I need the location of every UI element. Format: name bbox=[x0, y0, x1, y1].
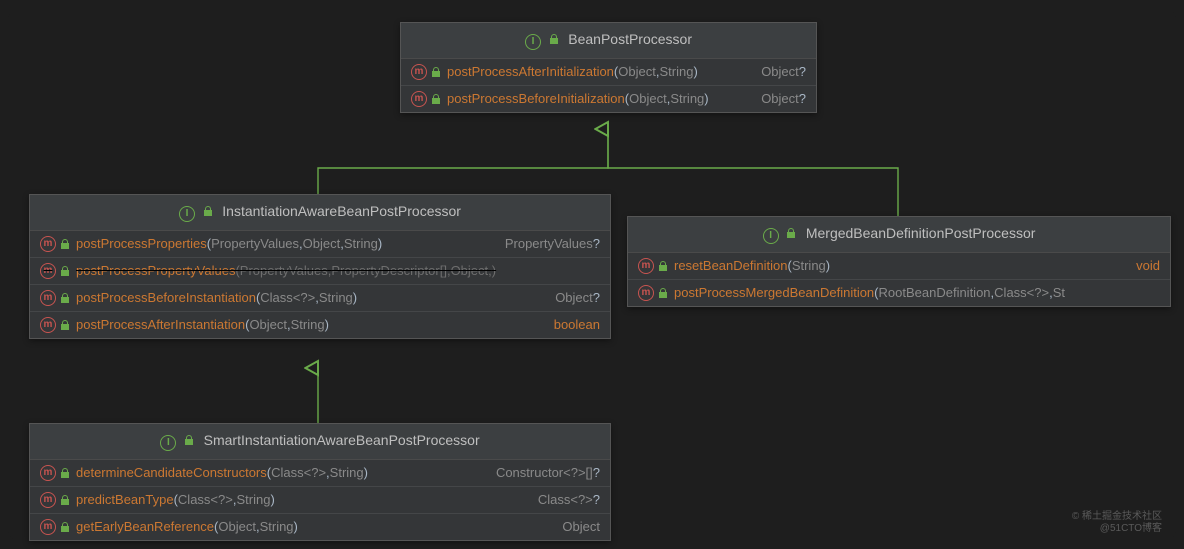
return-type: boolean bbox=[554, 317, 600, 332]
method-row[interactable]: mpostProcessProperties(PropertyValues, O… bbox=[30, 231, 610, 258]
lock-icon bbox=[60, 320, 70, 330]
method-row[interactable]: mdetermineCandidateConstructors(Class<?>… bbox=[30, 460, 610, 487]
lock-icon bbox=[60, 468, 70, 478]
class-header: I MergedBeanDefinitionPostProcessor bbox=[628, 217, 1170, 253]
class-box-bpp[interactable]: I BeanPostProcessor m postProcessAfterIni… bbox=[400, 22, 817, 113]
lock-icon bbox=[60, 293, 70, 303]
class-box-siabpp[interactable]: I SmartInstantiationAwareBeanPostProcess… bbox=[29, 423, 611, 541]
class-box-iabpp[interactable]: I InstantiationAwareBeanPostProcessor m p… bbox=[29, 194, 611, 339]
return-type: Object bbox=[562, 519, 600, 534]
interface-icon: I bbox=[525, 34, 541, 50]
method-row[interactable]: mpostProcessPropertyValues(PropertyValue… bbox=[30, 258, 610, 285]
lock-icon bbox=[431, 67, 441, 77]
return-type: Object? bbox=[761, 91, 806, 106]
method-row[interactable]: mgetEarlyBeanReference(Object, String)Ob… bbox=[30, 514, 610, 540]
method-name: postProcessProperties bbox=[76, 236, 207, 251]
method-row[interactable]: mpostProcessAfterInitialization(Object, … bbox=[401, 59, 816, 86]
lock-icon bbox=[60, 522, 70, 532]
class-header: I BeanPostProcessor bbox=[401, 23, 816, 59]
method-icon: m bbox=[40, 492, 56, 508]
method-list: mpostProcessProperties(PropertyValues, O… bbox=[30, 231, 610, 338]
method-row[interactable]: mresetBeanDefinition(String)void bbox=[628, 253, 1170, 280]
method-icon: m bbox=[40, 519, 56, 535]
class-header: I InstantiationAwareBeanPostProcessor bbox=[30, 195, 610, 231]
lock-icon bbox=[184, 435, 194, 445]
lock-icon bbox=[60, 266, 70, 276]
method-row[interactable]: mpostProcessAfterInstantiation(Object, S… bbox=[30, 312, 610, 338]
method-name: getEarlyBeanReference bbox=[76, 519, 214, 534]
method-row[interactable]: mpostProcessMergedBeanDefinition(RootBea… bbox=[628, 280, 1170, 306]
method-icon: m bbox=[411, 91, 427, 107]
return-type: Object? bbox=[761, 64, 806, 79]
class-title: InstantiationAwareBeanPostProcessor bbox=[222, 203, 461, 219]
lock-icon bbox=[549, 34, 559, 44]
method-icon: m bbox=[40, 263, 56, 279]
watermark: © 稀土掘金技术社区 @51CTO博客 bbox=[1072, 511, 1162, 535]
method-name: resetBeanDefinition bbox=[674, 258, 787, 273]
method-icon: m bbox=[638, 258, 654, 274]
method-icon: m bbox=[40, 465, 56, 481]
return-type: Class<?>? bbox=[538, 492, 600, 507]
class-box-mbdpp[interactable]: I MergedBeanDefinitionPostProcessor m res… bbox=[627, 216, 1171, 307]
method-name: postProcessBeforeInitialization bbox=[447, 91, 625, 106]
lock-icon bbox=[203, 206, 213, 216]
method-name: predictBeanType bbox=[76, 492, 174, 507]
return-type: Constructor<?>[]? bbox=[496, 465, 600, 480]
interface-icon: I bbox=[179, 206, 195, 222]
method-row[interactable]: mpredictBeanType(Class<?>, String)Class<… bbox=[30, 487, 610, 514]
lock-icon bbox=[658, 288, 668, 298]
lock-icon bbox=[60, 495, 70, 505]
lock-icon bbox=[658, 261, 668, 271]
method-name: postProcessAfterInstantiation bbox=[76, 317, 245, 332]
method-icon: m bbox=[638, 285, 654, 301]
class-title: MergedBeanDefinitionPostProcessor bbox=[806, 225, 1036, 241]
lock-icon bbox=[431, 94, 441, 104]
method-icon: m bbox=[411, 64, 427, 80]
class-title: BeanPostProcessor bbox=[568, 31, 692, 47]
interface-icon: I bbox=[763, 228, 779, 244]
return-type: Object? bbox=[555, 290, 600, 305]
method-list: mdetermineCandidateConstructors(Class<?>… bbox=[30, 460, 610, 540]
method-icon: m bbox=[40, 317, 56, 333]
class-header: I SmartInstantiationAwareBeanPostProcess… bbox=[30, 424, 610, 460]
return-type: void bbox=[1136, 258, 1160, 273]
class-title: SmartInstantiationAwareBeanPostProcessor bbox=[204, 432, 480, 448]
method-name: postProcessMergedBeanDefinition bbox=[674, 285, 874, 300]
method-name: postProcessBeforeInstantiation bbox=[76, 290, 256, 305]
method-icon: m bbox=[40, 290, 56, 306]
method-name: postProcessAfterInitialization bbox=[447, 64, 614, 79]
method-name: postProcessPropertyValues bbox=[76, 263, 235, 278]
method-row[interactable]: mpostProcessBeforeInstantiation(Class<?>… bbox=[30, 285, 610, 312]
lock-icon bbox=[60, 239, 70, 249]
method-icon: m bbox=[40, 236, 56, 252]
interface-icon: I bbox=[160, 435, 176, 451]
lock-icon bbox=[786, 228, 796, 238]
return-type: PropertyValues? bbox=[505, 236, 600, 251]
method-row[interactable]: mpostProcessBeforeInitialization(Object,… bbox=[401, 86, 816, 112]
method-list: mpostProcessAfterInitialization(Object, … bbox=[401, 59, 816, 112]
method-name: determineCandidateConstructors bbox=[76, 465, 267, 480]
method-list: mresetBeanDefinition(String)voidmpostPro… bbox=[628, 253, 1170, 306]
